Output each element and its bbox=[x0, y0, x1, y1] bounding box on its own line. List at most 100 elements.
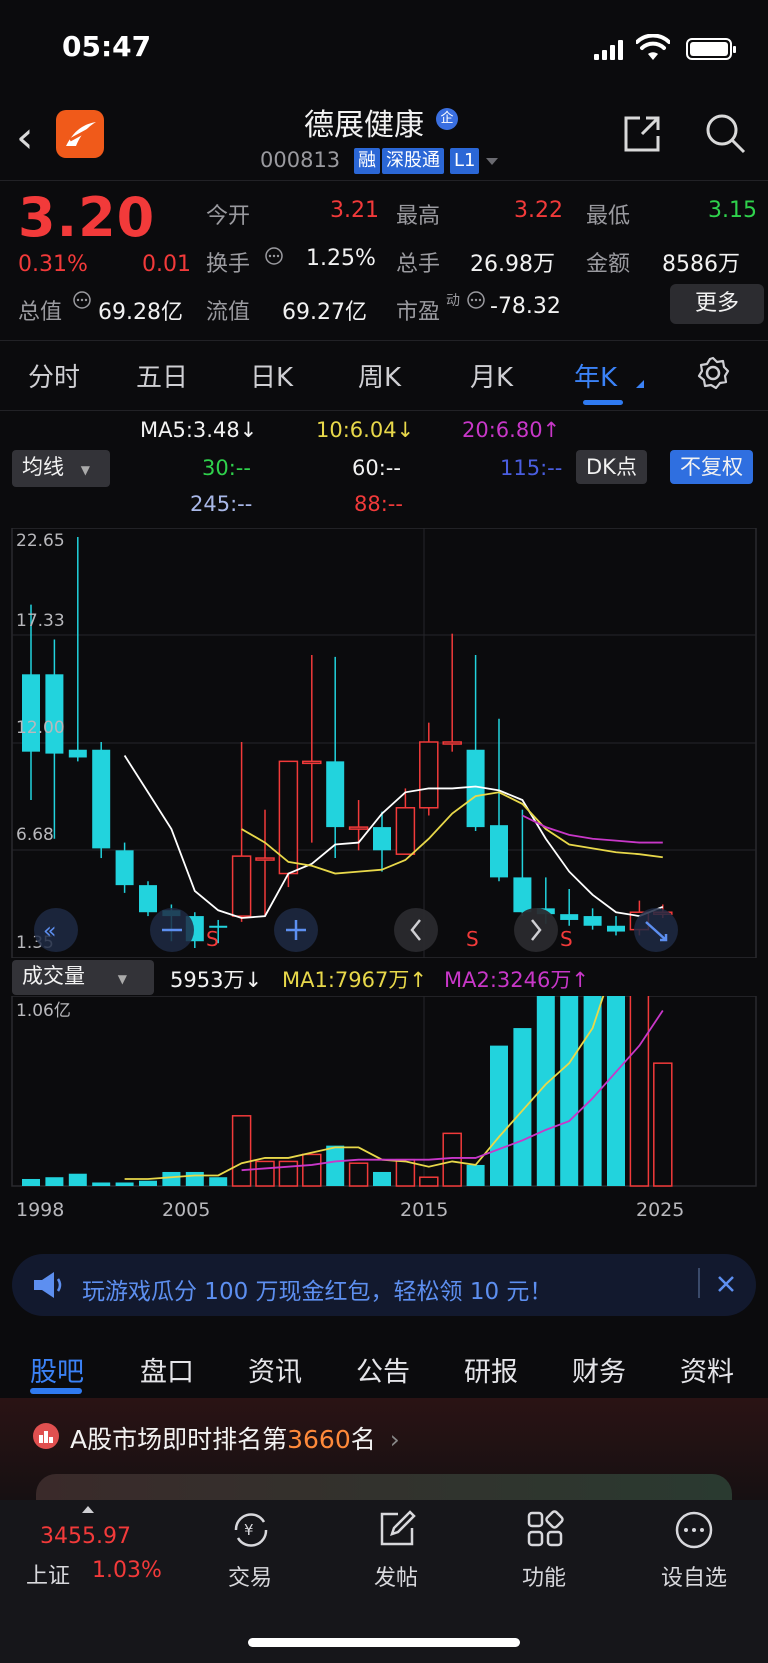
volume-value: 26.98万 bbox=[470, 252, 555, 277]
app-logo bbox=[56, 110, 104, 158]
banner-divider bbox=[698, 1268, 700, 1298]
home-indicator bbox=[248, 1638, 520, 1647]
price-axis-label: 17.33 bbox=[16, 611, 65, 631]
volume-bar-down bbox=[68, 1173, 87, 1186]
tab-monthly-k[interactable]: 月K bbox=[470, 357, 513, 394]
rank-suffix: 名 bbox=[350, 1425, 376, 1454]
candle-body-down bbox=[560, 914, 579, 920]
float-value: 69.27亿 bbox=[282, 300, 367, 325]
share-icon[interactable] bbox=[622, 114, 662, 154]
candle-body-down bbox=[513, 877, 532, 913]
rank-prefix: A股市场即时排名第 bbox=[70, 1425, 288, 1454]
indicator-select[interactable]: 均线 ▼ bbox=[12, 450, 110, 487]
volume-bar-up bbox=[231, 1115, 252, 1187]
candle-body-up bbox=[231, 855, 252, 917]
tab-dropdown-icon[interactable] bbox=[636, 380, 644, 388]
turnover-label: 换手 bbox=[206, 252, 251, 277]
float-label: 流值 bbox=[206, 300, 251, 325]
candle-body-down bbox=[139, 885, 157, 913]
info-icon[interactable] bbox=[72, 290, 92, 310]
volume-bar-down bbox=[560, 996, 579, 1186]
volume-chart[interactable]: 1.06亿 1998 2005 2015 2025 bbox=[0, 996, 768, 1240]
rank-number: 3660 bbox=[287, 1425, 351, 1454]
volume-indicator-select[interactable]: 成交量 ▼ bbox=[12, 960, 154, 995]
candle-body-down bbox=[45, 674, 64, 754]
tab-order-book[interactable]: 盘口 bbox=[140, 1350, 194, 1389]
dropdown-arrow-icon[interactable] bbox=[486, 158, 498, 165]
more-button[interactable]: 更多 bbox=[670, 284, 764, 324]
candle-body-up bbox=[395, 807, 416, 855]
market-rank[interactable]: A股市场即时排名第3660名 › bbox=[70, 1420, 400, 1456]
back-chevron-icon[interactable]: ‹ bbox=[16, 112, 34, 163]
tab-daily-k[interactable]: 日K bbox=[250, 357, 293, 394]
candlestick-chart[interactable]: 22.65 17.33 12.00 6.68 1.35 S S S « bbox=[0, 528, 768, 958]
scroll-left-fast-button[interactable]: « bbox=[34, 908, 78, 952]
volume-bar-up bbox=[255, 1160, 275, 1187]
high-value: 3.22 bbox=[514, 198, 563, 223]
candle-body-down bbox=[92, 749, 111, 849]
tab-forum[interactable]: 股吧 bbox=[30, 1350, 84, 1389]
compose-icon[interactable] bbox=[378, 1510, 416, 1548]
tab-yearly-k[interactable]: 年K bbox=[574, 357, 617, 394]
pe-label: 市盈 bbox=[396, 300, 441, 325]
watchlist-icon[interactable] bbox=[674, 1510, 714, 1550]
trade-icon[interactable]: ¥ bbox=[230, 1510, 272, 1550]
price-axis-label: 22.65 bbox=[16, 531, 65, 551]
last-price: 3.20 bbox=[18, 186, 156, 249]
volume-axis-label: 1.06亿 bbox=[16, 1001, 71, 1021]
tab-research[interactable]: 研报 bbox=[464, 1350, 518, 1389]
volume-bar-down bbox=[162, 1171, 181, 1186]
price-axis-label: 6.68 bbox=[16, 825, 54, 845]
tab-news[interactable]: 资讯 bbox=[248, 1350, 302, 1389]
tab-announcements[interactable]: 公告 bbox=[356, 1350, 410, 1389]
volume-bar-down bbox=[185, 1171, 204, 1186]
megaphone-icon bbox=[34, 1272, 62, 1298]
tab-profile[interactable]: 资料 bbox=[680, 1350, 734, 1389]
candle-body-down bbox=[326, 761, 345, 828]
chevron-down-icon: ▼ bbox=[117, 972, 127, 986]
x-axis-label: 2005 bbox=[162, 1199, 210, 1221]
prev-button[interactable] bbox=[394, 908, 438, 952]
zoom-in-button[interactable] bbox=[274, 908, 318, 952]
next-button[interactable] bbox=[514, 908, 558, 952]
candle-body-down bbox=[583, 916, 602, 926]
search-icon[interactable] bbox=[704, 112, 746, 154]
zoom-out-button[interactable] bbox=[150, 908, 194, 952]
tab-five-day[interactable]: 五日 bbox=[136, 357, 188, 394]
candle-body-up bbox=[442, 741, 462, 745]
info-icon[interactable] bbox=[466, 290, 486, 310]
x-axis-label: 2025 bbox=[636, 1199, 684, 1221]
index-pct[interactable]: 1.03% bbox=[92, 1558, 162, 1583]
volume-bar-down bbox=[92, 1182, 111, 1186]
tab-weekly-k[interactable]: 周K bbox=[358, 357, 401, 394]
close-icon[interactable] bbox=[716, 1274, 736, 1294]
volume-bar-down bbox=[209, 1177, 228, 1186]
candle-body-down bbox=[22, 674, 40, 752]
gear-icon[interactable] bbox=[696, 356, 730, 390]
index-value[interactable]: 3455.97 bbox=[40, 1524, 131, 1549]
low-value: 3.15 bbox=[708, 198, 757, 223]
double-chevron-left-icon: « bbox=[43, 919, 56, 944]
nav-functions[interactable]: 功能 bbox=[494, 1560, 594, 1592]
low-label: 最低 bbox=[586, 204, 631, 229]
ma10-line bbox=[241, 791, 663, 875]
adjust-button[interactable]: 不复权 bbox=[670, 450, 753, 484]
mcap-label: 总值 bbox=[18, 300, 63, 325]
index-name[interactable]: 上证 bbox=[26, 1558, 70, 1590]
candle-body-up bbox=[255, 857, 275, 861]
volume-bar-down bbox=[466, 1164, 485, 1186]
nav-trade[interactable]: 交易 bbox=[200, 1560, 300, 1592]
volume-bar-down bbox=[139, 1180, 157, 1186]
info-icon[interactable] bbox=[264, 246, 284, 266]
dk-point-button[interactable]: DK点 bbox=[576, 450, 647, 484]
high-label: 最高 bbox=[396, 204, 441, 229]
nav-post[interactable]: 发帖 bbox=[346, 1560, 446, 1592]
expand-up-icon[interactable] bbox=[82, 1506, 94, 1513]
tab-financials[interactable]: 财务 bbox=[572, 1350, 626, 1389]
sell-signal-label: S bbox=[560, 927, 573, 951]
tab-intraday[interactable]: 分时 bbox=[28, 357, 80, 394]
candle-body-down bbox=[373, 827, 391, 851]
nav-watchlist[interactable]: 设自选 bbox=[644, 1560, 744, 1592]
reset-view-button[interactable] bbox=[634, 908, 678, 952]
apps-grid-icon[interactable] bbox=[526, 1510, 564, 1548]
